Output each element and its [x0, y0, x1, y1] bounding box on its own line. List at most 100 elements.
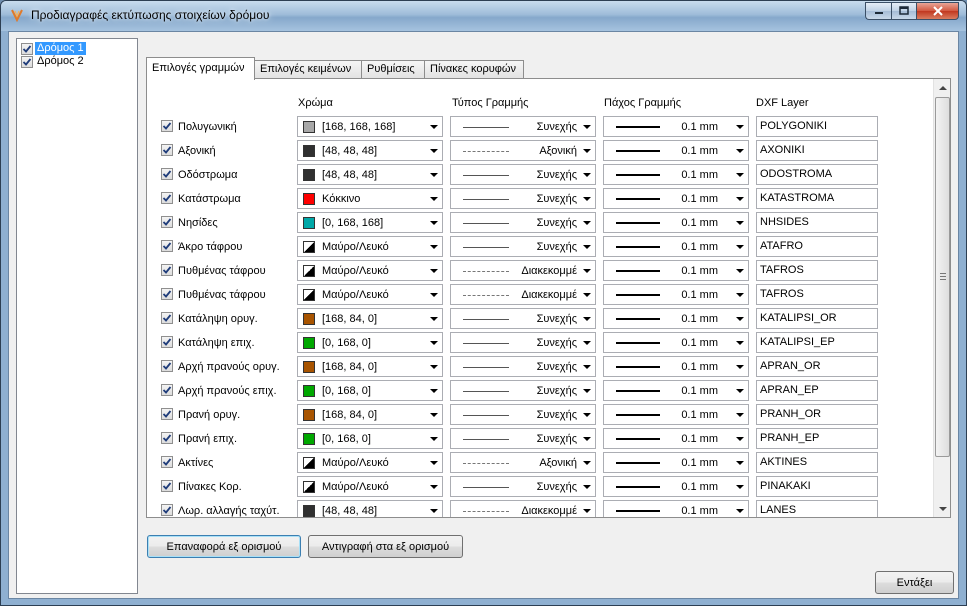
line-type-select[interactable]: Διακεκομμέ — [450, 284, 596, 305]
dxf-layer-input[interactable]: PRANH_EP — [756, 428, 878, 449]
line-width-select[interactable]: 0.1 mm — [603, 476, 749, 497]
row-enable-checkbox[interactable] — [161, 504, 173, 516]
row-enable-checkbox[interactable] — [161, 216, 173, 228]
line-type-select[interactable]: Συνεχής — [450, 236, 596, 257]
tree-item-road-1[interactable]: Δρόμος 1 — [21, 41, 87, 56]
dxf-layer-input[interactable]: KATALIPSI_EP — [756, 332, 878, 353]
dxf-layer-input[interactable]: KATALIPSI_OR — [756, 308, 878, 329]
dxf-layer-input[interactable]: PINAKAKI — [756, 476, 878, 497]
color-select[interactable]: Μαύρο/Λευκό — [297, 284, 443, 305]
line-width-select[interactable]: 0.1 mm — [603, 404, 749, 425]
dxf-layer-input[interactable]: APRAN_OR — [756, 356, 878, 377]
color-select[interactable]: [0, 168, 0] — [297, 428, 443, 449]
tree-item-label[interactable]: Δρόμος 2 — [35, 55, 86, 68]
line-width-select[interactable]: 0.1 mm — [603, 428, 749, 449]
scroll-up-button[interactable] — [934, 79, 951, 96]
row-enable-checkbox[interactable] — [161, 264, 173, 276]
line-width-select[interactable]: 0.1 mm — [603, 380, 749, 401]
line-width-select[interactable]: 0.1 mm — [603, 164, 749, 185]
line-width-select[interactable]: 0.1 mm — [603, 284, 749, 305]
scroll-thumb[interactable] — [935, 97, 950, 457]
row-enable-checkbox[interactable] — [161, 240, 173, 252]
color-select[interactable]: Κόκκινο — [297, 188, 443, 209]
line-type-select[interactable]: Διακεκομμέ — [450, 260, 596, 281]
color-select[interactable]: [168, 84, 0] — [297, 356, 443, 377]
row-enable-checkbox[interactable] — [161, 456, 173, 468]
line-width-select[interactable]: 0.1 mm — [603, 116, 749, 137]
color-select[interactable]: [168, 168, 168] — [297, 116, 443, 137]
dxf-layer-input[interactable]: ODOSTROMA — [756, 164, 878, 185]
scroll-down-button[interactable] — [934, 500, 951, 517]
line-width-select[interactable]: 0.1 mm — [603, 236, 749, 257]
row-enable-checkbox[interactable] — [161, 192, 173, 204]
maximize-button[interactable] — [891, 2, 916, 20]
close-button[interactable] — [916, 2, 959, 20]
row-enable-checkbox[interactable] — [161, 360, 173, 372]
copy-to-defaults-button[interactable]: Αντιγραφή στα εξ ορισμού — [308, 535, 463, 558]
color-select[interactable]: [168, 84, 0] — [297, 404, 443, 425]
line-type-select[interactable]: Συνεχής — [450, 164, 596, 185]
row-enable-checkbox[interactable] — [161, 336, 173, 348]
color-select[interactable]: [48, 48, 48] — [297, 500, 443, 517]
dxf-layer-input[interactable]: AKTINES — [756, 452, 878, 473]
line-width-select[interactable]: 0.1 mm — [603, 332, 749, 353]
line-width-select[interactable]: 0.1 mm — [603, 452, 749, 473]
line-type-select[interactable]: Συνεχής — [450, 188, 596, 209]
line-width-select[interactable]: 0.1 mm — [603, 308, 749, 329]
tree-item-checkbox[interactable] — [21, 55, 33, 68]
color-select[interactable]: [48, 48, 48] — [297, 140, 443, 161]
line-type-select[interactable]: Συνεχής — [450, 380, 596, 401]
tree-item-label[interactable]: Δρόμος 1 — [34, 41, 87, 56]
color-select[interactable]: [168, 84, 0] — [297, 308, 443, 329]
row-enable-checkbox[interactable] — [161, 144, 173, 156]
dxf-layer-input[interactable]: NHSIDES — [756, 212, 878, 233]
row-enable-checkbox[interactable] — [161, 312, 173, 324]
reset-defaults-button[interactable]: Επαναφορά εξ ορισμού — [147, 535, 301, 558]
dxf-layer-input[interactable]: ATAFRO — [756, 236, 878, 257]
row-enable-checkbox[interactable] — [161, 168, 173, 180]
dxf-layer-input[interactable]: AXONIKI — [756, 140, 878, 161]
row-enable-checkbox[interactable] — [161, 408, 173, 420]
row-enable-checkbox[interactable] — [161, 288, 173, 300]
tab-line-options[interactable]: Επιλογές γραμμών — [146, 57, 255, 80]
line-width-select[interactable]: 0.1 mm — [603, 356, 749, 377]
color-select[interactable]: [0, 168, 168] — [297, 212, 443, 233]
dxf-layer-input[interactable]: TAFROS — [756, 284, 878, 305]
line-width-select[interactable]: 0.1 mm — [603, 140, 749, 161]
line-width-select[interactable]: 0.1 mm — [603, 212, 749, 233]
line-type-select[interactable]: Συνεχής — [450, 356, 596, 377]
color-select[interactable]: Μαύρο/Λευκό — [297, 452, 443, 473]
line-type-select[interactable]: Συνεχής — [450, 476, 596, 497]
line-type-select[interactable]: Αξονική — [450, 140, 596, 161]
row-enable-checkbox[interactable] — [161, 480, 173, 492]
line-type-select[interactable]: Συνεχής — [450, 308, 596, 329]
color-select[interactable]: Μαύρο/Λευκό — [297, 236, 443, 257]
tree-item-road-2[interactable]: Δρόμος 2 — [21, 55, 86, 68]
tab-settings[interactable]: Ρυθμίσεις — [361, 60, 425, 79]
dxf-layer-input[interactable]: POLYGONIKI — [756, 116, 878, 137]
line-type-select[interactable]: Αξονική — [450, 452, 596, 473]
row-enable-checkbox[interactable] — [161, 120, 173, 132]
minimize-button[interactable] — [865, 2, 891, 20]
line-type-select[interactable]: Διακεκομμέ — [450, 500, 596, 517]
dxf-layer-input[interactable]: PRANH_OR — [756, 404, 878, 425]
title-bar[interactable]: Προδιαγραφές εκτύπωσης στοιχείων δρόμου — [1, 1, 966, 31]
dxf-layer-input[interactable]: APRAN_EP — [756, 380, 878, 401]
line-type-select[interactable]: Συνεχής — [450, 332, 596, 353]
row-enable-checkbox[interactable] — [161, 432, 173, 444]
tab-text-options[interactable]: Επιλογές κειμένων — [254, 60, 362, 79]
row-enable-checkbox[interactable] — [161, 384, 173, 396]
vertical-scrollbar[interactable] — [933, 79, 950, 517]
dxf-layer-input[interactable]: LANES — [756, 500, 878, 517]
color-select[interactable]: Μαύρο/Λευκό — [297, 260, 443, 281]
line-width-select[interactable]: 0.1 mm — [603, 188, 749, 209]
tab-vertex-tables[interactable]: Πίνακες κορυφών — [424, 60, 524, 79]
line-width-select[interactable]: 0.1 mm — [603, 260, 749, 281]
line-type-select[interactable]: Συνεχής — [450, 404, 596, 425]
color-select[interactable]: [0, 168, 0] — [297, 332, 443, 353]
dxf-layer-input[interactable]: KATASTROMA — [756, 188, 878, 209]
color-select[interactable]: [0, 168, 0] — [297, 380, 443, 401]
line-type-select[interactable]: Συνεχής — [450, 428, 596, 449]
line-type-select[interactable]: Συνεχής — [450, 116, 596, 137]
dxf-layer-input[interactable]: TAFROS — [756, 260, 878, 281]
